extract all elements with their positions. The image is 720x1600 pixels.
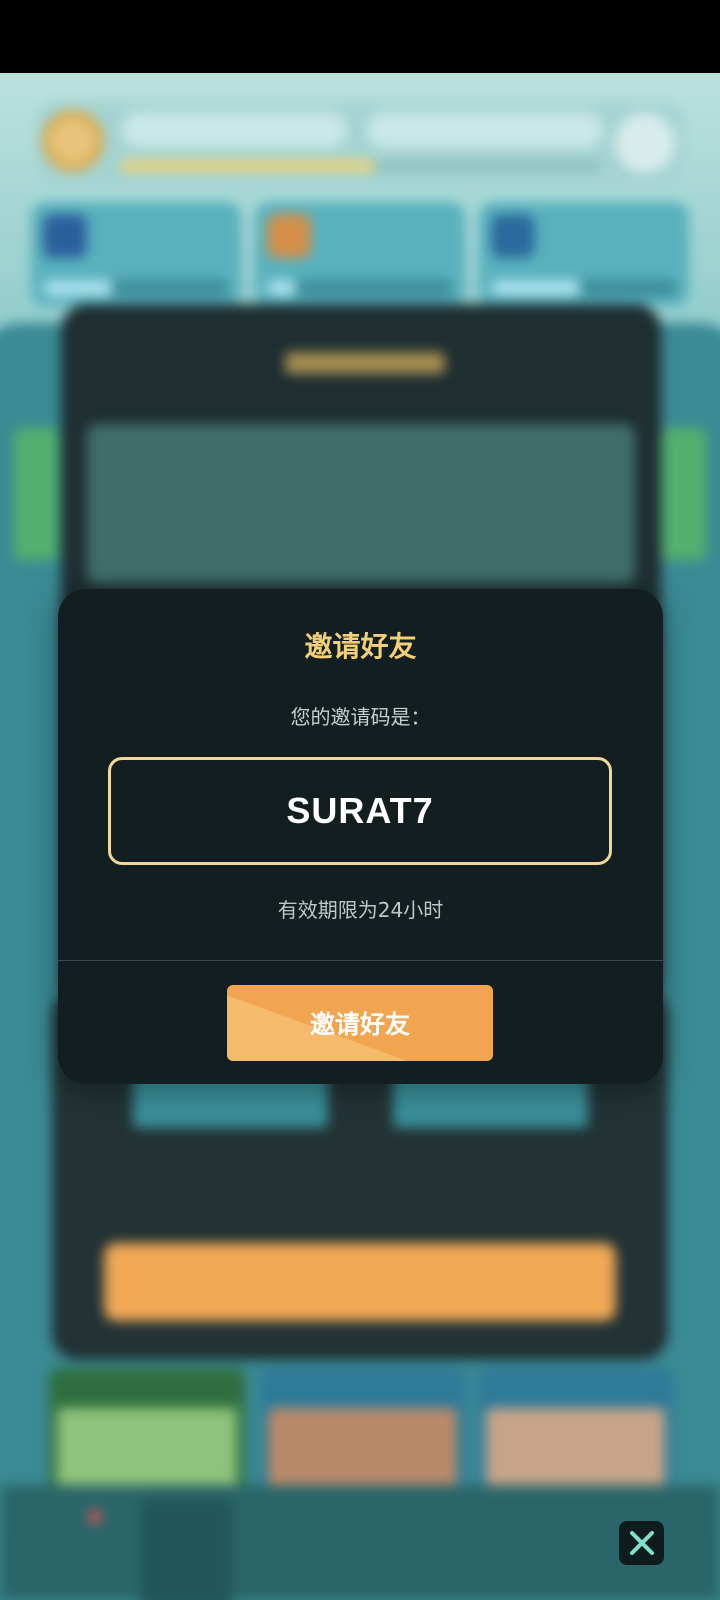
side-strip xyxy=(662,428,706,560)
background-dialog-title xyxy=(285,352,445,374)
dialog-divider xyxy=(58,960,663,961)
info-card xyxy=(479,202,689,306)
bottom-nav xyxy=(0,1485,720,1600)
resource-pill xyxy=(122,112,347,148)
invite-code-prompt: 您的邀请码是： xyxy=(290,705,431,729)
side-strip xyxy=(14,428,58,560)
bottom-card xyxy=(478,1368,673,1498)
resource-pill xyxy=(367,112,603,148)
card-icon xyxy=(267,214,311,258)
info-card xyxy=(255,202,465,306)
close-button[interactable] xyxy=(619,1521,664,1565)
card-icon xyxy=(43,214,87,258)
card-bar-fill xyxy=(43,280,113,296)
invite-dialog: 邀请好友 您的邀请码是： SURAT7 有效期限为24小时 邀请好友 xyxy=(58,589,663,1084)
invite-code: SURAT7 xyxy=(286,790,434,831)
card-bar-fill xyxy=(267,280,297,296)
bottom-card xyxy=(49,1368,245,1498)
close-icon xyxy=(629,1531,654,1555)
validity-note: 有效期限为24小时 xyxy=(277,898,444,922)
progress-fill xyxy=(120,160,375,172)
dialog-title: 邀请好友 xyxy=(304,630,417,663)
background-button xyxy=(104,1243,616,1321)
card-icon xyxy=(491,214,535,258)
notification-badge xyxy=(88,1510,102,1524)
status-bar xyxy=(0,0,720,73)
card-bar-fill xyxy=(491,280,581,296)
bottom-nav-active-tab xyxy=(140,1498,232,1600)
screen: 邀请好友 您的邀请码是： SURAT7 有效期限为24小时 邀请好友 xyxy=(0,0,720,1600)
gear-icon xyxy=(615,113,675,173)
background-dialog-text-block xyxy=(87,424,635,584)
invite-code-box[interactable]: SURAT7 xyxy=(108,757,612,865)
avatar xyxy=(42,110,104,172)
info-card xyxy=(31,202,241,306)
invite-friends-button[interactable]: 邀请好友 xyxy=(227,985,493,1061)
bottom-card xyxy=(260,1368,465,1498)
